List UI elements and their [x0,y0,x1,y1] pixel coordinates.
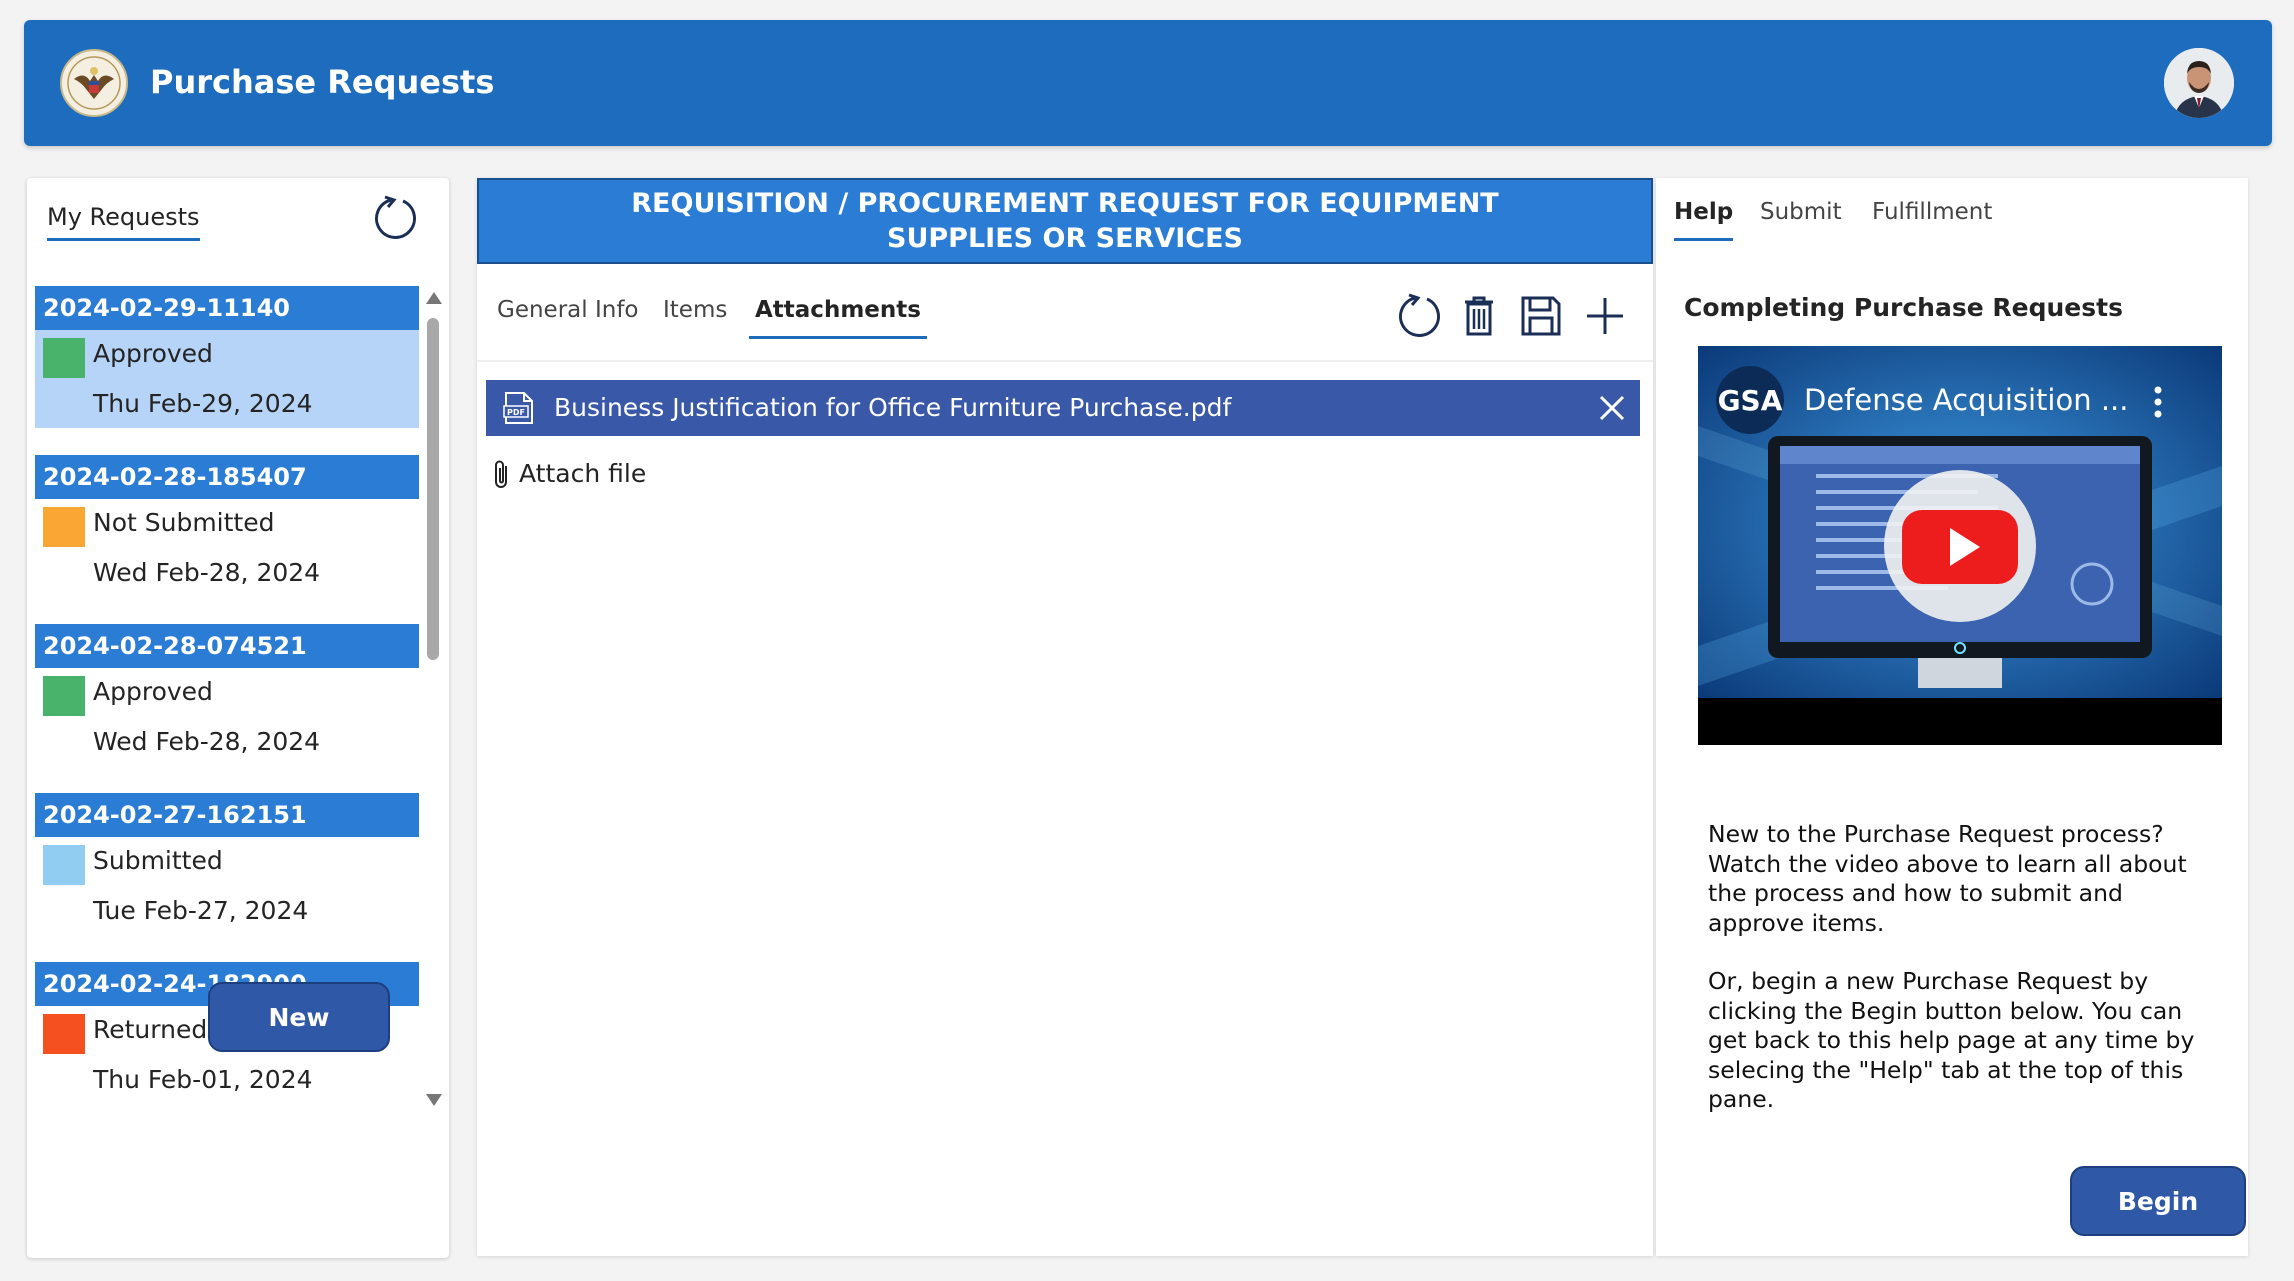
request-date: Tue Feb-27, 2024 [93,896,309,925]
attachment-item[interactable]: PDF Business Justification for Office Fu… [486,380,1640,436]
status-color-swatch [43,845,85,885]
user-avatar[interactable] [2164,48,2234,118]
form-title: REQUISITION / PROCUREMENT REQUEST FOR EQ… [477,178,1653,264]
request-list-scrollbar[interactable] [424,286,442,1106]
request-status: Returned [93,1015,208,1044]
save-icon[interactable] [1517,292,1565,340]
request-list-item[interactable]: 2024-02-29-11140 Approved Thu Feb-29, 2024 [35,286,419,432]
video-title: Defense Acquisition ... [1804,383,2129,417]
app-header: Purchase Requests [24,20,2272,146]
svg-text:PDF: PDF [507,408,525,417]
begin-button[interactable]: Begin [2070,1166,2246,1236]
video-channel-logo: GSA [1718,384,1783,417]
help-paragraph-1: New to the Purchase Request process? Wat… [1708,820,2187,937]
tab-submit[interactable]: Submit [1760,192,1842,232]
attachment-filename: Business Justification for Office Furnit… [554,393,1232,422]
scroll-thumb[interactable] [427,318,439,660]
tab-divider [477,360,1653,362]
tab-help[interactable]: Help [1674,192,1734,241]
request-id: 2024-02-28-074521 [35,624,419,668]
add-icon[interactable] [1581,292,1629,340]
tab-items[interactable]: Items [663,290,727,330]
request-id: 2024-02-28-185407 [35,455,419,499]
trash-icon[interactable] [1455,292,1503,340]
request-list-item[interactable]: 2024-02-28-074521 Approved Wed Feb-28, 202… [35,624,419,770]
request-form-panel: REQUISITION / PROCUREMENT REQUEST FOR EQ… [477,178,1653,1256]
request-id: 2024-02-27-162151 [35,793,419,837]
scroll-up-arrow-icon[interactable] [426,292,442,304]
paperclip-icon [495,460,507,488]
request-date: Wed Feb-28, 2024 [93,727,321,756]
request-status: Submitted [93,846,223,875]
help-paragraph-2: Or, begin a new Purchase Request by clic… [1708,967,2195,1113]
request-list-item[interactable]: 2024-02-27-162151 Submitted Tue Feb-27, 20… [35,793,419,939]
status-color-swatch [43,676,85,716]
close-icon[interactable] [1596,392,1628,424]
request-body: Submitted Tue Feb-27, 2024 [35,837,419,935]
new-request-button[interactable]: New [208,982,390,1052]
form-tabs: General Info Items Attachments [477,290,1077,350]
attach-file-label: Attach file [519,459,647,488]
my-requests-panel: My Requests 2024-02-29-11140 Approved Thu … [27,178,449,1258]
request-body: Not Submitted Wed Feb-28, 2024 [35,499,419,597]
pdf-file-icon: PDF [503,392,533,424]
help-panel: Help Submit Fulfillment Completing Purch… [1656,178,2248,1256]
request-body: Approved Wed Feb-28, 2024 [35,668,419,766]
request-id: 2024-02-29-11140 [35,286,419,330]
request-body: Approved Thu Feb-29, 2024 [35,330,419,428]
request-list-item[interactable]: 2024-02-28-185407 Not Submitted Wed Feb-28… [35,455,419,601]
refresh-icon[interactable] [371,194,419,242]
request-date: Thu Feb-29, 2024 [93,389,313,418]
request-status: Approved [93,339,213,368]
seal-logo-icon [60,49,128,117]
help-video[interactable]: GSA Defense Acquisition ... [1698,346,2222,745]
request-date: Wed Feb-28, 2024 [93,558,321,587]
help-description: New to the Purchase Request process? Wat… [1708,820,2208,1114]
status-color-swatch [43,507,85,547]
tab-general-info[interactable]: General Info [497,290,638,330]
user-photo-icon [2164,48,2234,118]
form-title-line-1: REQUISITION / PROCUREMENT REQUEST FOR EQ… [631,188,1499,219]
my-requests-tab[interactable]: My Requests [47,200,200,241]
status-color-swatch [43,1014,85,1054]
request-date: Thu Feb-01, 2024 [93,1065,313,1094]
scroll-down-arrow-icon[interactable] [426,1094,442,1106]
request-status: Not Submitted [93,508,275,537]
form-refresh-icon[interactable] [1395,292,1443,340]
status-color-swatch [43,338,85,378]
tab-attachments[interactable]: Attachments [749,290,927,339]
help-heading: Completing Purchase Requests [1684,293,2123,322]
tab-fulfillment[interactable]: Fulfillment [1872,192,1992,232]
form-title-line-2: SUPPLIES OR SERVICES [887,223,1243,254]
request-status: Approved [93,677,213,706]
app-title: Purchase Requests [150,63,495,101]
